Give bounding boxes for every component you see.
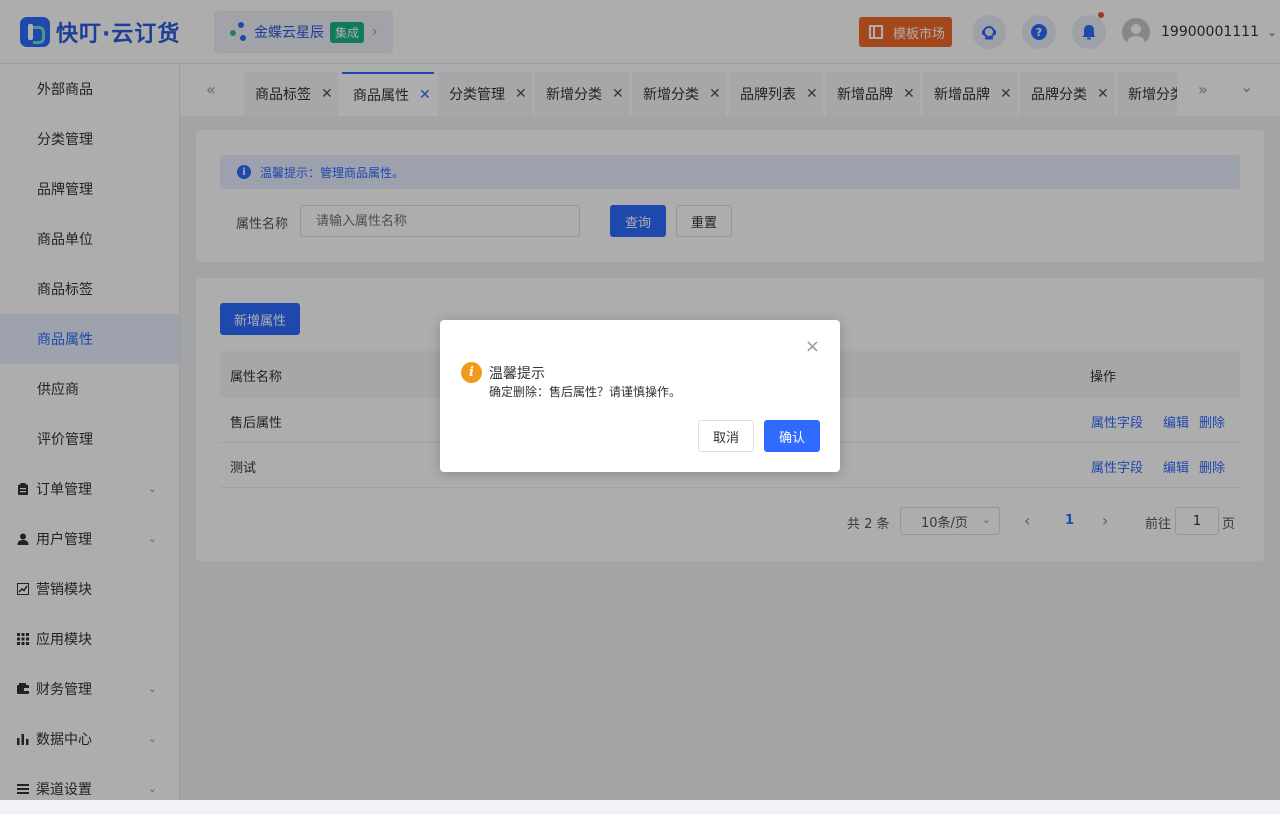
warning-icon: i — [461, 362, 482, 383]
dialog-title: 温馨提示 — [489, 366, 545, 382]
confirm-button[interactable]: 确认 — [764, 420, 820, 452]
confirm-dialog: × i 温馨提示 确定删除：售后属性？请谨慎操作。 取消 确认 — [440, 320, 840, 472]
dialog-message: 确定删除：售后属性？请谨慎操作。 — [489, 385, 682, 399]
close-icon[interactable]: × — [805, 338, 820, 356]
cancel-button[interactable]: 取消 — [698, 420, 754, 452]
